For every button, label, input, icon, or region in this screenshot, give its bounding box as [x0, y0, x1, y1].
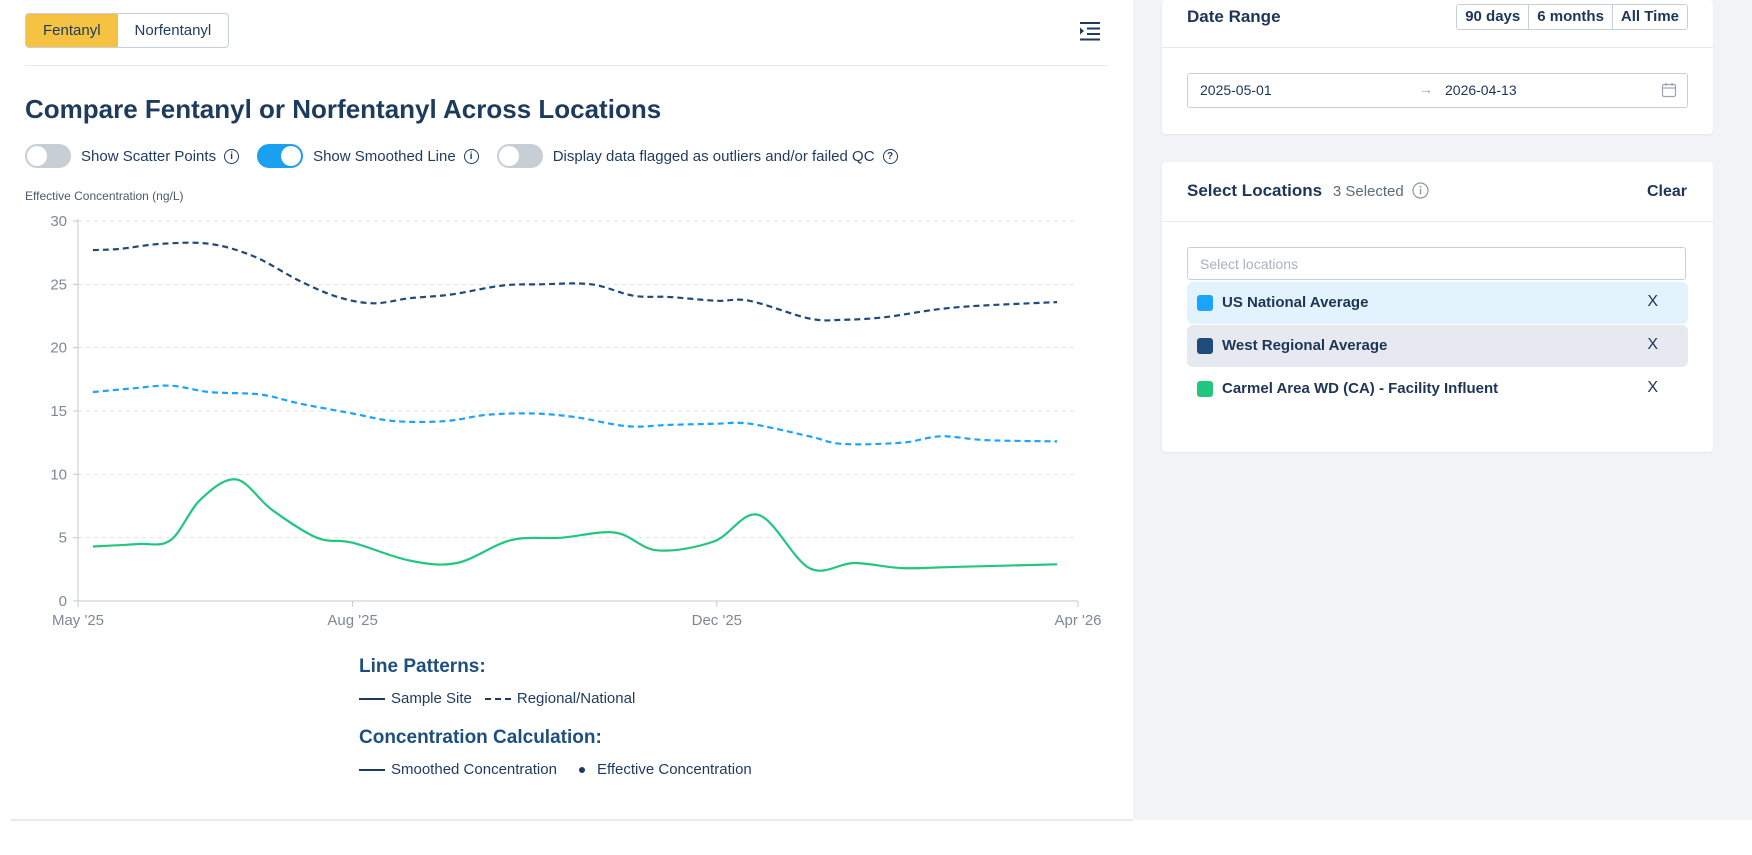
location-name: US National Average: [1222, 294, 1369, 311]
x-tick-label: Apr '26: [1054, 612, 1101, 629]
y-tick-label: 10: [50, 466, 67, 483]
line-patterns-row: Sample Site Regional/National: [359, 690, 752, 707]
smoothed-concentration-label: Smoothed Concentration: [391, 761, 557, 778]
y-tick-label: 20: [50, 340, 67, 357]
x-tick-label: Dec '25: [692, 612, 742, 629]
range-all-time-button[interactable]: All Time: [1611, 5, 1687, 29]
concentration-chart: Effective Concentration (ng/L) 0 5 10 15 20 25…: [25, 189, 1102, 629]
info-icon[interactable]: i: [463, 148, 479, 164]
scatter-toggle-label: Show Scatter Points: [81, 147, 217, 165]
toggle-knob: [27, 146, 47, 166]
location-color-swatch: [1197, 338, 1213, 354]
y-tick-label: 0: [59, 593, 67, 610]
selected-count: 3 Selected: [1332, 183, 1404, 200]
outliers-toggle[interactable]: [496, 144, 543, 168]
menu-indent-icon[interactable]: [1078, 19, 1102, 43]
end-date[interactable]: 2026-04-13: [1445, 82, 1517, 98]
sample-site-label: Sample Site: [391, 690, 472, 707]
outliers-toggle-label: Display data flagged as outliers and/or …: [552, 147, 875, 165]
scatter-toggle[interactable]: [25, 144, 71, 168]
location-item[interactable]: Carmel Area WD (CA) - Facility Influent X: [1187, 368, 1688, 410]
help-icon[interactable]: ?: [882, 148, 898, 164]
y-tick-label: 15: [50, 403, 67, 420]
remove-location-icon[interactable]: X: [1647, 379, 1658, 397]
calendar-icon[interactable]: [1661, 82, 1677, 98]
solid-line-swatch: [359, 768, 385, 771]
location-color-swatch: [1197, 295, 1213, 311]
solid-line-swatch: [359, 697, 385, 700]
info-icon[interactable]: i: [224, 148, 240, 164]
locations-header: Select Locations 3 Selected: [1187, 181, 1430, 201]
date-range-card: Date Range 90 days 6 months All Time 202…: [1162, 0, 1713, 134]
divider: [1162, 47, 1713, 48]
toggle-knob: [498, 146, 519, 166]
locations-title: Select Locations: [1187, 181, 1323, 200]
y-axis-label: Effective Concentration (ng/L): [25, 189, 184, 203]
location-search-input[interactable]: Select locations: [1187, 247, 1686, 280]
smoothed-line-toggle[interactable]: [257, 144, 304, 168]
x-tick-label: Aug '25: [327, 612, 377, 629]
series-line: [92, 478, 1058, 572]
divider: [1162, 221, 1713, 222]
regional-national-label: Regional/National: [516, 690, 636, 707]
clear-button[interactable]: Clear: [1647, 183, 1687, 201]
concentration-calc-title: Concentration Calculation:: [359, 727, 602, 748]
date-range-title: Date Range: [1187, 7, 1281, 26]
page-title: Compare Fentanyl or Norfentanyl Across L…: [25, 94, 662, 124]
effective-concentration-label: Effective Concentration: [596, 761, 752, 778]
location-name: West Regional Average: [1222, 337, 1388, 354]
smoothed-toggle-label: Show Smoothed Line: [313, 147, 456, 165]
location-item[interactable]: US National Average X: [1187, 282, 1688, 324]
x-tick-label: May '25: [52, 612, 104, 629]
locations-card: Select Locations 3 Selected Clear Select…: [1162, 162, 1713, 452]
tab-norfentanyl[interactable]: Norfentanyl: [118, 14, 229, 47]
concentration-calc-row: Smoothed Concentration Effective Concent…: [359, 761, 752, 778]
divider: [25, 65, 1108, 66]
range-6-months-button[interactable]: 6 months: [1528, 5, 1612, 29]
location-name: Carmel Area WD (CA) - Facility Influent: [1222, 380, 1499, 397]
analyte-toggle: Fentanyl Norfentanyl: [25, 13, 230, 48]
chart-options: Show Scatter Points i Show Smoothed Line…: [25, 143, 916, 169]
toggle-knob: [281, 146, 302, 166]
point-swatch: [578, 766, 585, 773]
tab-fentanyl[interactable]: Fentanyl: [26, 14, 118, 47]
remove-location-icon[interactable]: X: [1647, 293, 1658, 311]
date-range-picker[interactable]: 2025-05-01 → 2026-04-13: [1187, 73, 1688, 108]
chart-legend: Line Patterns: Sample Site Regional/Nati…: [359, 656, 752, 798]
y-tick-label: 30: [50, 213, 67, 230]
location-item[interactable]: West Regional Average X: [1187, 325, 1688, 367]
y-tick-label: 25: [50, 276, 67, 293]
remove-location-icon[interactable]: X: [1647, 336, 1658, 354]
start-date[interactable]: 2025-05-01: [1200, 82, 1272, 98]
series-line: [92, 384, 1058, 446]
range-90-days-button[interactable]: 90 days: [1457, 5, 1528, 29]
location-color-swatch: [1197, 381, 1213, 397]
series-line: [92, 241, 1058, 322]
line-patterns-title: Line Patterns:: [359, 656, 486, 677]
y-tick-label: 5: [59, 530, 67, 547]
info-icon[interactable]: [1412, 182, 1430, 199]
dashed-line-swatch: [484, 697, 511, 700]
range-presets: 90 days 6 months All Time: [1456, 4, 1688, 30]
arrow-right-icon: →: [1419, 81, 1433, 97]
